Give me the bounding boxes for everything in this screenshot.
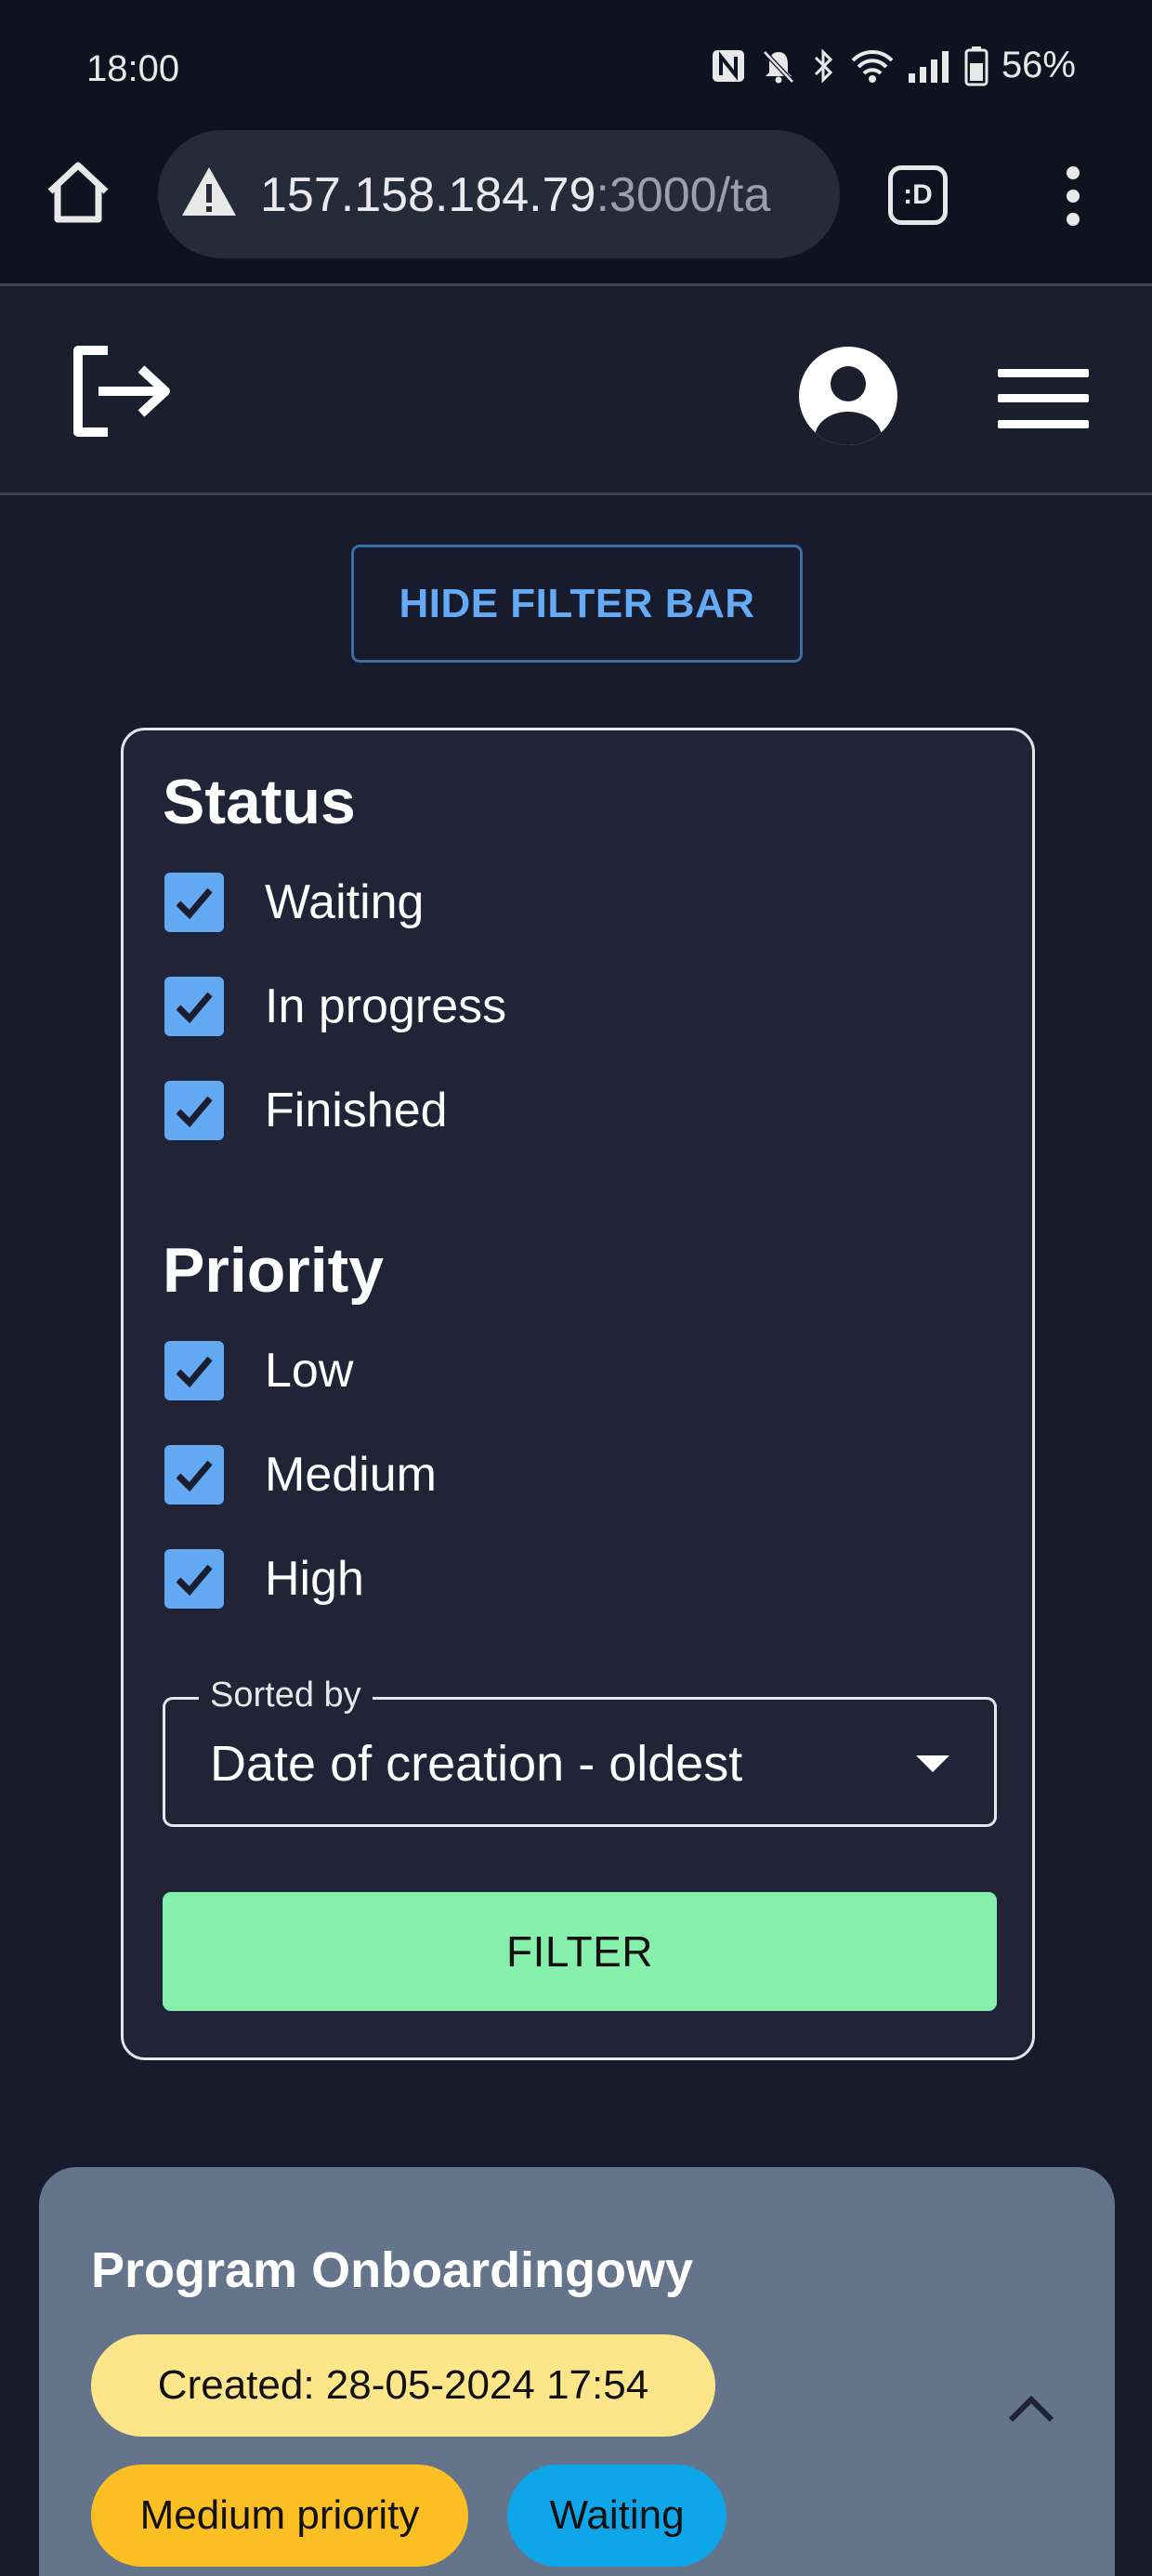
- nfc-icon: [712, 49, 744, 82]
- priority-chip: Medium priority: [91, 2464, 468, 2567]
- checkbox[interactable]: [164, 1549, 224, 1609]
- url-path: :3000/ta: [596, 168, 771, 222]
- page: 18:00 56% 157.158.184.79:3000/ta:D HIDE…: [0, 0, 1152, 2576]
- priority-option-low[interactable]: Low: [164, 1338, 353, 1403]
- account-icon[interactable]: [799, 347, 897, 445]
- priority-section-title: Priority: [163, 1235, 385, 1306]
- sort-select[interactable]: Sorted by Date of creation - oldest: [163, 1676, 997, 1827]
- status-section-title: Status: [163, 767, 356, 837]
- checkbox-label: Low: [265, 1344, 354, 1398]
- created-date-chip: Created: 28-05-2024 17:54: [91, 2334, 715, 2437]
- wifi-icon: [851, 49, 894, 83]
- checkbox[interactable]: [164, 873, 224, 932]
- hide-filter-bar-button[interactable]: HIDE FILTER BAR: [351, 545, 803, 663]
- signal-icon: [908, 50, 949, 83]
- task-title: Program Onboardingowy: [91, 2242, 694, 2298]
- menu-icon[interactable]: [998, 369, 1089, 428]
- checkbox-label: Finished: [265, 1084, 448, 1137]
- sort-select-value[interactable]: Date of creation - oldest: [210, 1735, 742, 1793]
- status-option-in-progress[interactable]: In progress: [164, 974, 506, 1039]
- url-text[interactable]: 157.158.184.79:3000/ta: [260, 167, 827, 223]
- checkbox[interactable]: [164, 977, 224, 1036]
- status-icons: 56%: [710, 45, 1076, 86]
- check-icon: [176, 1564, 213, 1597]
- more-vert-icon[interactable]: [1059, 165, 1087, 227]
- menu-line: [998, 394, 1089, 402]
- filter-button[interactable]: FILTER: [163, 1892, 997, 2011]
- checkbox[interactable]: [164, 1081, 224, 1140]
- check-icon: [176, 992, 213, 1024]
- app-header: [0, 289, 1152, 495]
- bell-off-icon: [763, 49, 794, 84]
- check-icon: [176, 1096, 213, 1128]
- check-icon: [176, 1460, 213, 1492]
- sort-select-label: Sorted by: [199, 1676, 373, 1715]
- status-time: 18:00: [86, 48, 180, 89]
- check-icon: [176, 1356, 213, 1388]
- filter-panel: Status Waiting In progress Finished Prio…: [121, 728, 1035, 2060]
- browser-toolbar: 157.158.184.79:3000/ta :D: [0, 130, 1152, 286]
- status-option-waiting[interactable]: Waiting: [164, 870, 424, 935]
- checkbox-label: Medium: [265, 1448, 437, 1502]
- home-icon[interactable]: [43, 158, 113, 229]
- menu-line: [998, 369, 1089, 377]
- battery-level: 56%: [1001, 45, 1076, 85]
- menu-line: [998, 420, 1089, 428]
- checkbox-label: Waiting: [265, 875, 425, 929]
- checkbox[interactable]: [164, 1341, 224, 1400]
- priority-option-high[interactable]: High: [164, 1546, 364, 1611]
- status-bar: 18:00 56%: [0, 0, 1152, 130]
- check-icon: [176, 887, 213, 920]
- priority-option-medium[interactable]: Medium: [164, 1442, 437, 1507]
- chevron-up-icon[interactable]: [1003, 2390, 1059, 2427]
- battery-icon: [964, 46, 988, 85]
- tab-switcher-button[interactable]: :D: [888, 165, 948, 225]
- task-card[interactable]: Program Onboardingowy Created: 28-05-202…: [39, 2167, 1115, 2576]
- status-chip: Waiting: [507, 2464, 727, 2567]
- checkbox-label: In progress: [265, 979, 507, 1033]
- logout-icon[interactable]: [71, 345, 175, 438]
- bluetooth-icon: [814, 47, 833, 84]
- checkbox-label: High: [265, 1552, 364, 1606]
- warning-icon[interactable]: [178, 162, 240, 223]
- address-bar[interactable]: 157.158.184.79:3000/ta: [158, 130, 840, 258]
- status-option-finished[interactable]: Finished: [164, 1078, 448, 1143]
- url-host: 157.158.184.79: [260, 168, 596, 222]
- caret-down-icon[interactable]: [914, 1754, 951, 1774]
- checkbox[interactable]: [164, 1445, 224, 1505]
